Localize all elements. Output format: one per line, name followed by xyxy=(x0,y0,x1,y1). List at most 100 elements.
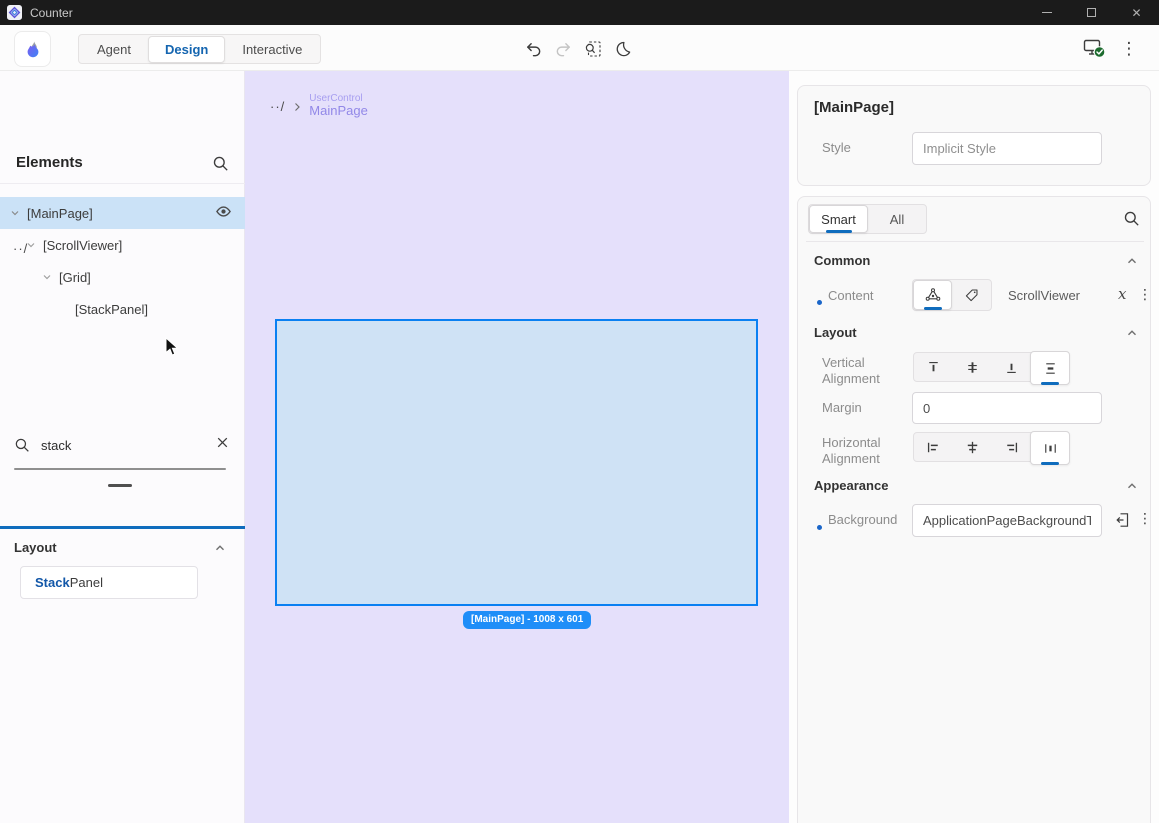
panel-scroll-track[interactable] xyxy=(14,468,226,470)
hot-design-logo-button[interactable] xyxy=(14,31,51,67)
theme-toggle-button[interactable] xyxy=(609,35,637,63)
align-top-button[interactable] xyxy=(914,353,953,381)
tab-design[interactable]: Design xyxy=(148,36,225,63)
visibility-toggle[interactable] xyxy=(215,203,232,223)
toolbox-search-input[interactable] xyxy=(41,438,191,453)
active-tab-indicator xyxy=(826,230,852,233)
align-top-icon xyxy=(925,359,942,376)
flame-logo-icon xyxy=(21,37,45,61)
main-toolbar: Agent Design Interactive xyxy=(0,25,1159,71)
search-focus-underline xyxy=(0,526,245,529)
kebab-menu-icon: ⋮ xyxy=(1121,39,1138,59)
content-visual-mode-button[interactable] xyxy=(913,280,952,310)
tab-all[interactable]: All xyxy=(868,205,926,233)
collapse-section-button[interactable] xyxy=(213,541,227,560)
tree-item-grid[interactable]: [Grid] xyxy=(0,261,245,293)
cursor-arrow xyxy=(165,337,181,357)
zoom-fit-icon xyxy=(583,39,603,59)
align-bottom-button[interactable] xyxy=(992,353,1031,381)
tab-label: All xyxy=(890,212,904,227)
elements-panel-title: Elements xyxy=(16,154,83,171)
window-titlebar: Counter ✕ xyxy=(0,0,1159,25)
element-header-card: [MainPage] Style xyxy=(797,85,1151,186)
background-resource-button[interactable] xyxy=(1114,511,1132,534)
property-tab-group: Smart All xyxy=(808,204,927,234)
close-icon: ✕ xyxy=(1131,7,1141,19)
content-tag-mode-button[interactable] xyxy=(952,280,991,310)
align-hcenter-button[interactable] xyxy=(953,433,992,461)
minimize-button[interactable] xyxy=(1024,0,1069,25)
elements-search-button[interactable] xyxy=(212,155,230,178)
tab-interactive[interactable]: Interactive xyxy=(225,36,319,63)
collapse-layout-button[interactable] xyxy=(1125,326,1139,340)
zoom-to-fit-button[interactable] xyxy=(579,35,607,63)
chevron-down-icon[interactable] xyxy=(41,271,53,283)
undo-button[interactable] xyxy=(519,35,547,63)
eye-icon xyxy=(215,203,232,220)
tab-smart[interactable]: Smart xyxy=(809,205,868,233)
maximize-button[interactable] xyxy=(1069,0,1114,25)
vertical-alignment-group xyxy=(913,352,1070,382)
visual-tree-icon xyxy=(924,286,942,304)
style-label: Style xyxy=(822,140,851,155)
xaml-binding-button[interactable]: x xyxy=(1118,285,1126,303)
align-vcenter-button[interactable] xyxy=(953,353,992,381)
divider xyxy=(0,183,245,184)
more-menu-button[interactable]: ⋮ xyxy=(1115,35,1143,63)
selected-indicator xyxy=(1041,382,1059,385)
divider xyxy=(806,241,1144,242)
design-canvas[interactable]: ··/ UserControl MainPage [MainPage] - 10… xyxy=(245,71,789,823)
horizontal-alignment-label: Horizontal Alignment xyxy=(822,435,892,467)
toolbox-item-stackpanel[interactable]: StackPanel xyxy=(20,566,198,599)
artboard-mainpage[interactable] xyxy=(275,319,758,606)
align-right-button[interactable] xyxy=(992,433,1031,461)
tree-item-label: [Grid] xyxy=(59,270,91,285)
redo-icon xyxy=(554,40,573,59)
horizontal-alignment-group xyxy=(913,432,1070,462)
resource-icon xyxy=(1114,511,1132,529)
close-button[interactable]: ✕ xyxy=(1114,0,1159,25)
minimize-icon xyxy=(1042,12,1052,13)
properties-panel: [MainPage] Style Smart All Common xyxy=(789,71,1159,823)
maximize-icon xyxy=(1087,8,1096,17)
align-vcenter-icon xyxy=(964,359,981,376)
stretch-horizontal-button[interactable] xyxy=(1030,431,1070,465)
tree-item-mainpage[interactable]: [MainPage] xyxy=(0,197,245,229)
stretch-vertical-button[interactable] xyxy=(1030,351,1070,385)
search-icon xyxy=(212,155,230,173)
tree-item-label: [ScrollViewer] xyxy=(43,238,122,253)
clear-search-button[interactable] xyxy=(215,435,230,455)
app-logo-icon xyxy=(7,5,22,20)
collapse-common-button[interactable] xyxy=(1125,254,1139,268)
tree-item-stackpanel[interactable]: [StackPanel] xyxy=(0,293,245,325)
device-status-button[interactable] xyxy=(1080,34,1108,62)
section-appearance: Appearance xyxy=(814,478,888,493)
search-icon xyxy=(1123,210,1141,228)
content-value: ScrollViewer xyxy=(1008,288,1080,303)
background-input[interactable] xyxy=(912,504,1102,537)
margin-input[interactable] xyxy=(912,392,1102,424)
align-left-icon xyxy=(925,439,942,456)
tab-label: Smart xyxy=(821,212,856,227)
background-options-button[interactable]: ⋮ xyxy=(1138,511,1152,527)
collapse-appearance-button[interactable] xyxy=(1125,479,1139,493)
chevron-up-icon xyxy=(1125,479,1139,493)
properties-search-button[interactable] xyxy=(1123,210,1141,233)
canvas-breadcrumb: ··/ UserControl MainPage xyxy=(270,93,368,118)
panel-splitter-handle[interactable] xyxy=(108,484,132,487)
chevron-up-icon xyxy=(213,541,227,555)
breadcrumb-current[interactable]: UserControl MainPage xyxy=(309,93,368,118)
margin-label: Margin xyxy=(822,400,862,415)
content-options-button[interactable]: ⋮ xyxy=(1138,287,1152,303)
breadcrumb-root[interactable]: ··/ xyxy=(270,99,285,114)
properties-card: Smart All Common Content xyxy=(797,196,1151,823)
tree-item-scrollviewer[interactable]: [ScrollViewer] xyxy=(0,229,245,261)
style-input[interactable] xyxy=(912,132,1102,165)
tab-agent[interactable]: Agent xyxy=(80,36,148,63)
align-left-button[interactable] xyxy=(914,433,953,461)
redo-button[interactable] xyxy=(549,35,577,63)
align-right-icon xyxy=(1003,439,1020,456)
content-mode-toggle xyxy=(912,279,992,311)
chevron-down-icon[interactable] xyxy=(25,239,37,251)
chevron-down-icon[interactable] xyxy=(9,207,21,219)
